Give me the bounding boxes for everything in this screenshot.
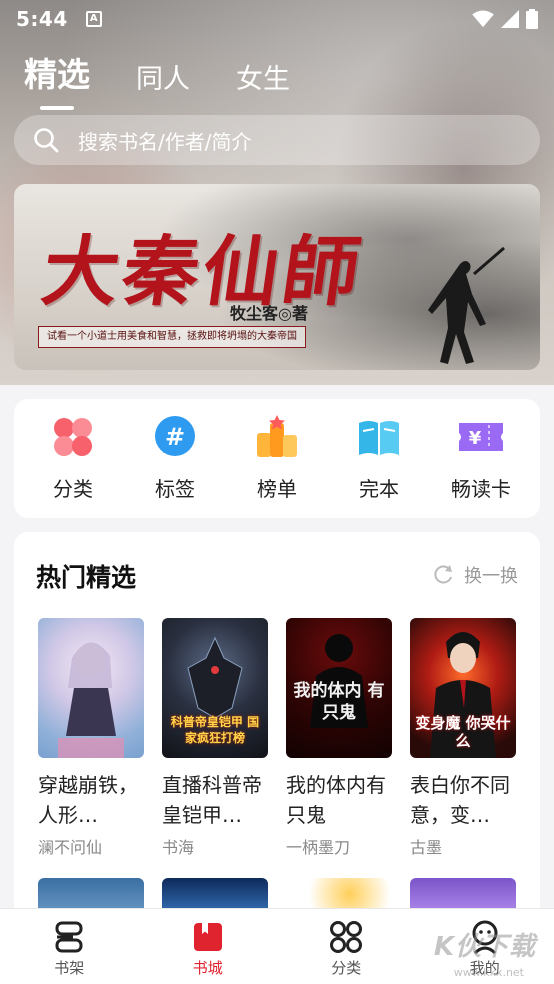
search-placeholder: 搜索书名/作者/简介 — [78, 129, 252, 154]
grid-category-icon — [330, 921, 363, 953]
book-cover — [38, 618, 144, 758]
tab-fanfic[interactable]: 同人 — [136, 57, 190, 106]
warrior-figure-icon — [428, 246, 505, 364]
book-item[interactable]: 科普帝皇铠甲 国家疯狂打榜 直播科普帝皇铠甲… 书海 — [162, 618, 268, 858]
search-icon — [34, 128, 59, 153]
bookstore-icon — [193, 923, 222, 951]
hashtag-tag-icon: # — [155, 416, 195, 456]
book-author: 古墨 — [410, 838, 443, 857]
book-cover: 我的体内 有只鬼 — [286, 618, 392, 758]
status-bar: 5:44 A — [0, 0, 554, 38]
ranking-star-icon — [257, 415, 297, 457]
tab-featured[interactable]: 精选 — [24, 48, 90, 110]
promo-banner[interactable]: 大秦仙師 牧尘客◎著 试看一个小道士用美食和智慧，拯救即将坍塌的大秦帝国 — [14, 184, 540, 370]
nav-category[interactable]: 分类 — [277, 909, 416, 984]
quick-nav-tags[interactable]: # 标签 — [130, 399, 220, 518]
refresh-icon — [434, 565, 452, 584]
status-icons — [472, 9, 538, 29]
search-input[interactable]: 搜索书名/作者/简介 — [14, 115, 540, 165]
watermark-url: www.kkx.net — [453, 966, 524, 979]
wifi-icon — [472, 10, 494, 28]
quick-nav-label: 完本 — [359, 477, 399, 501]
tab-female[interactable]: 女生 — [236, 57, 290, 106]
banner-title: 大秦仙師 — [36, 227, 370, 316]
notification-a-icon: A — [85, 11, 102, 27]
cover-text: 科普帝皇铠甲 国家疯狂打榜 — [170, 715, 260, 745]
banner-tagline: 试看一个小道士用美食和智慧，拯救即将坍塌的大秦帝国 — [38, 326, 306, 348]
book-author: 澜不问仙 — [38, 838, 103, 857]
book-author: 一柄墨刀 — [286, 838, 351, 857]
book-cover: 科普帝皇铠甲 国家疯狂打榜 — [162, 618, 268, 758]
quick-nav-label: 标签 — [155, 477, 195, 501]
svg-text:¥: ¥ — [469, 428, 482, 449]
quick-nav-ranking[interactable]: 榜单 — [232, 399, 322, 518]
top-tabs: 精选 同人 女生 — [24, 48, 290, 110]
watermark: K伙下载 — [433, 932, 536, 962]
section-title: 热门精选 — [36, 563, 137, 592]
yuan-ticket-icon: ¥ — [459, 423, 503, 451]
book-item[interactable]: 穿越崩铁，人形… 澜不问仙 — [38, 618, 144, 858]
quick-nav-completed[interactable]: 完本 — [334, 399, 424, 518]
nav-label: 书城 — [192, 959, 223, 977]
battery-icon — [526, 9, 538, 29]
refresh-label: 换一换 — [464, 566, 518, 587]
anime-girl-illustration — [58, 642, 124, 758]
nav-label: 分类 — [331, 959, 362, 977]
signal-icon — [501, 10, 519, 28]
banner-author: 牧尘客◎著 — [230, 304, 308, 323]
quick-nav-label: 榜单 — [257, 477, 297, 501]
quick-nav-reading-card[interactable]: ¥ 畅读卡 — [436, 399, 526, 518]
nav-label: 书架 — [54, 959, 85, 977]
book-title: 表白你不同意，变… — [410, 773, 510, 827]
book-cover: 变身魔 你哭什么 — [410, 618, 516, 758]
quick-nav-label: 畅读卡 — [451, 477, 511, 501]
cover-text: 变身魔 你哭什么 — [415, 714, 511, 750]
refresh-button[interactable]: 换一换 — [432, 562, 518, 588]
quick-nav-label: 分类 — [53, 477, 93, 501]
quick-nav-category[interactable]: 分类 — [28, 399, 118, 518]
svg-text:#: # — [165, 423, 185, 451]
category-clover-icon — [54, 418, 92, 456]
book-title: 直播科普帝皇铠甲… — [162, 773, 262, 827]
book-title: 我的体内有只鬼 — [286, 773, 386, 827]
cover-text: 我的体内 有只鬼 — [293, 681, 385, 723]
book-list: 穿越崩铁，人形… 澜不问仙 科普帝皇铠甲 国家疯狂打榜 直播科普帝皇铠甲… 书海 — [38, 618, 516, 858]
nav-bookshelf[interactable]: 书架 — [0, 909, 139, 984]
status-time: 5:44 — [16, 7, 68, 31]
quick-nav-card: 分类 # 标签 榜单 完本 ¥ 畅读卡 — [14, 399, 540, 518]
nav-bookstore[interactable]: 书城 — [139, 909, 278, 984]
book-author: 书海 — [162, 838, 195, 857]
book-item[interactable]: 变身魔 你哭什么 表白你不同意，变… 古墨 — [410, 618, 516, 858]
open-book-icon — [359, 421, 399, 455]
bookshelf-icon — [55, 921, 83, 953]
book-title: 穿越崩铁，人形… — [38, 773, 138, 827]
book-item[interactable]: 我的体内 有只鬼 我的体内有只鬼 一柄墨刀 — [286, 618, 392, 858]
